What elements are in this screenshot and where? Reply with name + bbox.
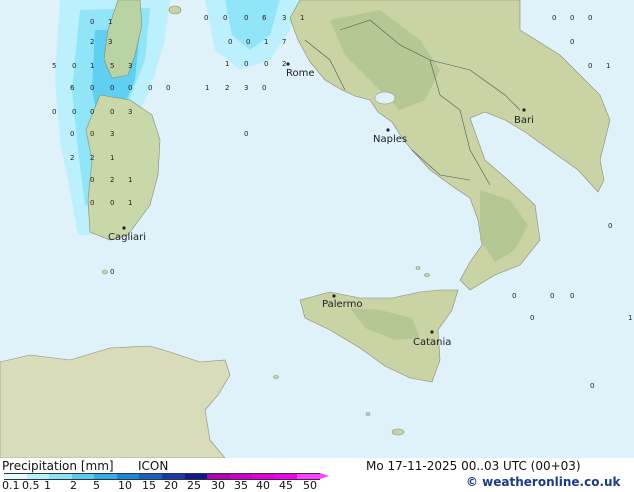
precip-value: 0 <box>570 14 574 22</box>
precip-value: 1 <box>205 84 209 92</box>
legend-tick: 20 <box>164 479 178 492</box>
precip-value: 1 <box>300 14 304 22</box>
precip-value: 0 <box>570 292 574 300</box>
precip-value: 0 <box>588 14 592 22</box>
precip-value: 5 <box>52 62 56 70</box>
precip-value: 0 <box>110 84 114 92</box>
precip-value: 0 <box>244 14 248 22</box>
city-catania: Catania <box>413 337 451 348</box>
legend-tick: 35 <box>234 479 248 492</box>
precip-value: 2 <box>90 154 94 162</box>
north-africa <box>0 345 231 458</box>
city-bari: Bari <box>514 115 534 126</box>
precip-value: 3 <box>244 84 248 92</box>
precipitation-map: 0 0 0 6 3 1 2 3 0 0 1 7 5 0 1 5 3 6 0 0 0 0 0 1 2 3 0 0 0 0 0 3 0 0 3 2 2 1 0 2… <box>0 0 634 458</box>
precip-value: 1 <box>225 60 229 68</box>
precip-value: 3 <box>110 130 114 138</box>
precip-value: 0 <box>244 130 248 138</box>
precip-value: 3 <box>128 62 132 70</box>
legend-title: Precipitation [mm] <box>2 459 114 473</box>
precip-value: 1 <box>264 38 268 46</box>
precip-value: 0 <box>552 14 556 22</box>
legend-tick: 1 <box>44 479 51 492</box>
city-palermo: Palermo <box>322 299 362 310</box>
precip-value: 0 <box>166 84 170 92</box>
legend-tick: 40 <box>256 479 270 492</box>
precip-value: 0 <box>608 222 612 230</box>
precip-value: 2 <box>110 176 114 184</box>
precip-value: 0 <box>148 84 152 92</box>
city-rome: Rome <box>286 68 315 79</box>
precip-value: 6 <box>262 14 267 22</box>
precip-value: 0 <box>228 38 232 46</box>
precip-value: 0 <box>72 108 76 116</box>
legend-tick: 0.5 <box>22 479 40 492</box>
precip-value: 0 <box>90 130 94 138</box>
footer: Precipitation [mm] ICON Mo 17-11-2025 00… <box>0 458 634 492</box>
precip-value: 5 <box>110 62 114 70</box>
precip-value: 0 <box>90 84 94 92</box>
city-naples: Naples <box>373 134 407 145</box>
credit-link[interactable]: © weatheronline.co.uk <box>466 475 621 489</box>
legend-tick: 10 <box>118 479 132 492</box>
precip-value: 0 <box>90 18 94 26</box>
precip-value: 2 <box>70 154 74 162</box>
legend-tick: 25 <box>187 479 201 492</box>
precip-value: 0 <box>70 130 74 138</box>
precip-value: 1 <box>108 18 112 26</box>
precip-value: 0 <box>90 176 94 184</box>
precip-value: 0 <box>223 14 227 22</box>
legend-ticks: 0.1 0.5 1 2 5 10 15 20 25 30 35 40 45 50 <box>0 479 340 492</box>
precip-value: 0 <box>204 14 208 22</box>
precip-value: 0 <box>264 60 268 68</box>
precip-value: 1 <box>90 62 94 70</box>
precip-value: 0 <box>110 268 114 276</box>
precip-value: 2 <box>225 84 229 92</box>
precip-value: 0 <box>90 199 94 207</box>
precip-value: 0 <box>588 62 592 70</box>
precip-value: 0 <box>570 38 574 46</box>
precip-value: 0 <box>90 108 94 116</box>
legend-tick: 50 <box>303 479 317 492</box>
precip-value: 1 <box>110 154 114 162</box>
precip-value: 1 <box>628 314 632 322</box>
city-cagliari: Cagliari <box>108 232 146 243</box>
precip-value: 3 <box>282 14 286 22</box>
legend-tick: 30 <box>211 479 225 492</box>
precip-value: 0 <box>110 108 114 116</box>
legend-tick: 5 <box>93 479 100 492</box>
precip-value: 0 <box>52 108 56 116</box>
model-name: ICON <box>138 459 169 473</box>
legend-tick: 2 <box>70 479 77 492</box>
precip-value: 0 <box>246 38 250 46</box>
precip-value: 6 <box>70 84 75 92</box>
precip-value: 0 <box>530 314 534 322</box>
precip-value: 0 <box>512 292 516 300</box>
legend-tick: 45 <box>279 479 293 492</box>
precip-value: 0 <box>262 84 266 92</box>
precip-value: 1 <box>128 176 132 184</box>
precip-value: 0 <box>72 62 76 70</box>
precip-value: 0 <box>550 292 554 300</box>
legend-tick: 15 <box>142 479 156 492</box>
precip-value: 7 <box>282 38 286 46</box>
precip-value: 0 <box>110 199 114 207</box>
precip-value: 1 <box>606 62 610 70</box>
precip-value: 0 <box>128 84 132 92</box>
precip-value: 3 <box>128 108 132 116</box>
precip-value: 1 <box>128 199 132 207</box>
precip-value: 2 <box>282 60 286 68</box>
precip-value: 0 <box>590 382 594 390</box>
precip-value: 3 <box>108 38 112 46</box>
precip-value: 0 <box>244 60 248 68</box>
legend-tick: 0.1 <box>2 479 20 492</box>
valid-datetime: Mo 17-11-2025 00..03 UTC (00+03) <box>366 459 581 473</box>
precip-value: 2 <box>90 38 94 46</box>
